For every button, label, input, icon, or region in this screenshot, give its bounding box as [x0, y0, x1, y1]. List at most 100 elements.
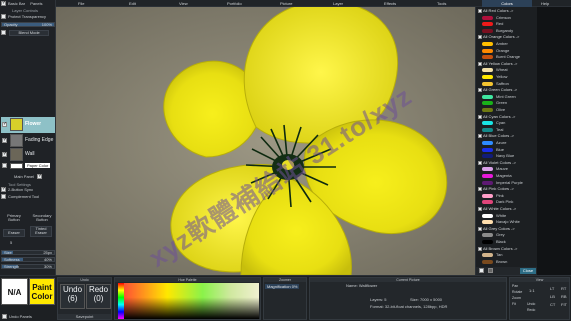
color-swatch-item[interactable]: Mint Green — [478, 94, 516, 100]
colors-option-checkbox[interactable] — [479, 268, 484, 273]
undo-panels-row[interactable]: Undo Panels — [2, 314, 32, 320]
color-swatch-item[interactable]: Imperial Purple — [478, 180, 523, 186]
zoom-label[interactable]: Zoom — [512, 296, 521, 300]
canvas[interactable]: xyz軟體補給站 31.to/xyz — [56, 7, 475, 275]
fit-label[interactable]: Fit — [512, 302, 516, 306]
color-swatch-item[interactable]: Tan — [478, 252, 502, 258]
two-button-sync-checkbox[interactable] — [1, 186, 6, 193]
menu-view[interactable]: View — [179, 1, 188, 6]
strength-slider[interactable]: Strength 30% — [1, 264, 55, 269]
color-swatch-item[interactable]: Yellow — [478, 74, 507, 80]
undo-panels-checkbox[interactable] — [2, 314, 7, 320]
color-swatch-item[interactable]: Crimson — [478, 15, 511, 21]
layer-wall[interactable]: Wall — [1, 147, 55, 163]
softness-slider[interactable]: Softness 40% — [1, 257, 55, 262]
rotate-label[interactable]: Rotate — [512, 290, 522, 294]
menu-tools[interactable]: Tools — [437, 1, 446, 6]
color-swatch-item[interactable]: Navajo White — [478, 219, 520, 225]
menu-portfolio[interactable]: Portfolio — [227, 1, 242, 6]
color-swatch-item[interactable]: Wheat — [478, 67, 508, 73]
hue-strip[interactable] — [118, 283, 124, 319]
color-group-header[interactable]: All Grey Colors -> — [478, 226, 515, 232]
menu-file[interactable]: File — [78, 1, 84, 6]
fit-right-bottom[interactable]: RB — [561, 294, 567, 299]
color-swatch-item[interactable]: Amber — [478, 41, 508, 47]
color-group-checkbox[interactable] — [478, 88, 482, 93]
color-group-checkbox[interactable] — [478, 226, 482, 231]
undo-button[interactable]: Undo (6) — [60, 284, 85, 309]
two-button-sync-row[interactable]: 2-Button Sync — [1, 186, 33, 193]
menu-effects[interactable]: Effects — [384, 1, 396, 6]
fit-right-top[interactable]: RT — [561, 286, 566, 291]
color-group-checkbox[interactable] — [478, 61, 482, 66]
opacity-slider[interactable]: Opacity 100% — [1, 22, 55, 27]
redo-button[interactable]: Redo (0) — [86, 284, 111, 309]
color-group-checkbox[interactable] — [478, 114, 482, 119]
menu-edit[interactable]: Edit — [129, 1, 136, 6]
secondary-tool-button[interactable]: Tinted Eraser — [30, 226, 52, 237]
complement-tool-row[interactable]: Complement Tool — [1, 194, 39, 200]
color-swatch-item[interactable]: Grey — [478, 232, 505, 238]
color-group-header[interactable]: All Green Colors -> — [478, 87, 517, 93]
color-swatch-item[interactable]: Cyan — [478, 120, 505, 126]
color-swatch-item[interactable]: White — [478, 213, 506, 219]
secondary-color-well[interactable]: N/A — [1, 278, 28, 305]
color-swatch-item[interactable]: Black — [478, 239, 506, 245]
color-swatch-item[interactable]: Pink — [478, 193, 504, 199]
color-group-checkbox[interactable] — [478, 246, 482, 251]
layer-flower[interactable]: Flower — [1, 117, 55, 133]
blend-mode-button[interactable]: Blend Mode — [9, 30, 50, 36]
color-swatch-item[interactable]: Saffron — [478, 81, 509, 87]
color-swatch-item[interactable]: Magenta — [478, 173, 512, 179]
size-slider[interactable]: Size 25px — [1, 250, 55, 255]
color-group-checkbox[interactable] — [478, 8, 482, 13]
color-swatch-item[interactable]: Azure — [478, 140, 506, 146]
layer-visibility-checkbox[interactable] — [2, 163, 7, 168]
basic-bar-checkbox[interactable] — [1, 0, 6, 7]
layer-visibility-checkbox[interactable] — [2, 151, 7, 157]
close-button[interactable]: Close — [520, 268, 536, 274]
color-swatch-item[interactable]: Mauve — [478, 166, 508, 172]
menu-help[interactable]: Help — [541, 1, 549, 6]
color-swatch-item[interactable]: Olive — [478, 107, 505, 113]
layer-visibility-checkbox[interactable] — [2, 121, 7, 127]
color-group-header[interactable]: All Pink Colors -> — [478, 186, 514, 192]
complement-tool-checkbox[interactable] — [1, 194, 6, 200]
fit-left-bottom[interactable]: LB — [550, 294, 555, 299]
savepoint-button[interactable]: Savepoint — [58, 314, 111, 319]
color-swatch-item[interactable]: Blue — [478, 147, 504, 153]
color-group-checkbox[interactable] — [478, 206, 482, 211]
primary-tool-button[interactable]: Eraser — [3, 229, 25, 237]
menu-layer[interactable]: Layer — [333, 1, 343, 6]
color-group-header[interactable]: All White Colors -> — [478, 206, 516, 212]
color-swatch-item[interactable]: Brown — [478, 259, 507, 265]
layer-paper-color[interactable]: Paper Color — [1, 162, 55, 170]
color-swatch-item[interactable]: Burnt Orange — [478, 54, 520, 60]
color-swatch-item[interactable]: Orange — [478, 48, 509, 54]
color-group-checkbox[interactable] — [478, 35, 482, 40]
color-swatch-item[interactable]: Navy Blue — [478, 153, 514, 159]
color-group-checkbox[interactable] — [478, 160, 482, 165]
paint-color-well[interactable]: Paint Color — [29, 278, 55, 305]
pan-label[interactable]: Pan — [512, 284, 518, 288]
main-panel-row[interactable]: Main Panel — [14, 173, 44, 180]
color-group-header[interactable]: All Yellow Colors -> — [478, 61, 517, 67]
fit-to-window[interactable]: FIT — [561, 302, 567, 307]
basic-bar-toggle[interactable]: Basic Bar Panels — [1, 0, 42, 7]
fit-center[interactable]: CT — [550, 302, 555, 307]
blend-mode-row[interactable]: Blend Mode — [1, 30, 50, 36]
blend-mode-checkbox[interactable] — [1, 30, 6, 36]
color-group-header[interactable]: All Orange Colors -> — [478, 34, 519, 40]
zoomer-mode-row[interactable]: Magnification 0% — [265, 284, 300, 289]
layer-visibility-checkbox[interactable] — [2, 137, 7, 143]
fit-left-top[interactable]: LT — [550, 286, 554, 291]
protect-transparency-checkbox[interactable] — [1, 14, 6, 20]
color-group-checkbox[interactable] — [478, 134, 482, 139]
color-group-header[interactable]: All Red Colors -> — [478, 8, 513, 14]
view-undo[interactable]: Undo — [527, 302, 535, 306]
color-group-header[interactable]: All Blue Colors -> — [478, 133, 514, 139]
color-swatch-item[interactable]: Teal — [478, 127, 503, 133]
color-swatch-item[interactable]: Green — [478, 100, 507, 106]
color-group-header[interactable]: All Cyan Colors -> — [478, 114, 515, 120]
color-swatch-item[interactable]: Dark Pink — [478, 199, 513, 205]
